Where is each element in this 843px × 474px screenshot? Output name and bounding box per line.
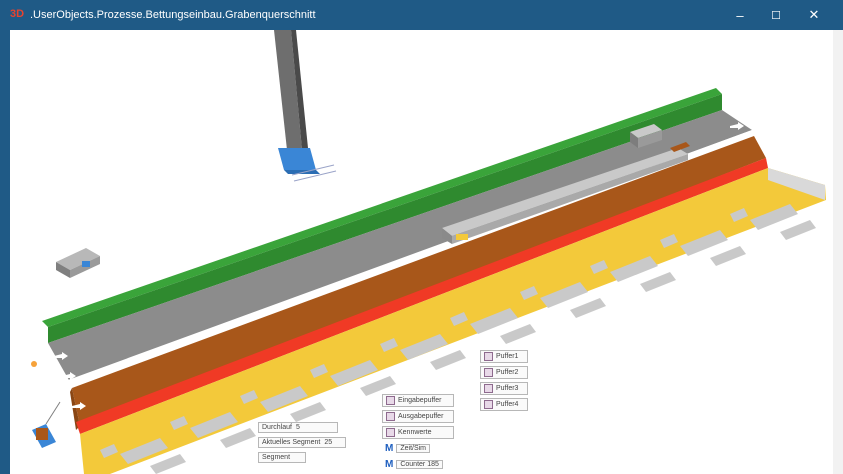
- buffer-label: Ausgabepuffer: [398, 413, 444, 420]
- method-item[interactable]: M Zeit/Sim: [382, 442, 454, 455]
- puffer-item[interactable]: Puffer3: [480, 382, 528, 395]
- puffer-icon: [484, 368, 493, 377]
- window-titlebar: 3D .UserObjects.Prozesse.Bettungseinbau.…: [0, 0, 843, 30]
- method-icon: M: [385, 459, 394, 470]
- puffer-icon: [484, 352, 493, 361]
- buffer-icon: [386, 396, 395, 405]
- info-label: Durchlauf: [262, 424, 292, 431]
- app-icon: 3D: [10, 8, 25, 20]
- method-label: Counter 185: [396, 460, 443, 469]
- puffer-label: Puffer2: [496, 369, 519, 376]
- puffer-label: Puffer4: [496, 401, 519, 408]
- info-panel-right: Puffer1 Puffer2 Puffer3 Puffer4: [480, 350, 528, 411]
- counter-value: 185: [427, 461, 439, 468]
- close-icon: ✕: [808, 7, 820, 22]
- vertical-scrollbar[interactable]: [833, 30, 843, 474]
- info-row: Aktuelles Segment 25: [258, 437, 346, 448]
- info-value: 5: [295, 424, 300, 431]
- buffer-item[interactable]: Ausgabepuffer: [382, 410, 454, 423]
- info-panel-center: Eingabepuffer Ausgabepuffer Kennwerte M …: [382, 394, 454, 471]
- info-label: Segment: [262, 454, 291, 461]
- method-label: Zeit/Sim: [396, 444, 431, 453]
- buffer-label: Eingabepuffer: [398, 397, 442, 404]
- counter-label: Counter: [400, 461, 426, 468]
- info-row: Durchlauf 5: [258, 422, 338, 433]
- maximize-icon: ☐: [771, 9, 781, 22]
- maximize-button[interactable]: ☐: [756, 0, 796, 30]
- puffer-item[interactable]: Puffer4: [480, 398, 528, 411]
- buffer-label: Kennwerte: [398, 429, 432, 436]
- puffer-item[interactable]: Puffer1: [480, 350, 528, 363]
- info-row: Segment: [258, 452, 306, 463]
- 3d-viewport[interactable]: Durchlauf 5 Aktuelles Segment 25 Segment…: [10, 30, 833, 474]
- buffer-icon: [386, 412, 395, 421]
- puffer-label: Puffer3: [496, 385, 519, 392]
- buffer-icon: [386, 428, 395, 437]
- minimize-button[interactable]: –: [720, 0, 760, 30]
- window-title: .UserObjects.Prozesse.Bettungseinbau.Gra…: [30, 9, 316, 21]
- roller-machine-left[interactable]: [56, 248, 100, 278]
- info-panel-left: Durchlauf 5 Aktuelles Segment 25 Segment: [258, 422, 346, 463]
- minimize-icon: –: [736, 7, 744, 23]
- puffer-item[interactable]: Puffer2: [480, 366, 528, 379]
- close-button[interactable]: ✕: [794, 0, 834, 30]
- puffer-icon: [484, 400, 493, 409]
- method-icon: M: [385, 443, 394, 454]
- buffer-item[interactable]: Kennwerte: [382, 426, 454, 439]
- marker-dot[interactable]: [31, 361, 37, 367]
- tower-base[interactable]: [278, 148, 316, 170]
- info-label: Aktuelles Segment: [262, 439, 321, 446]
- info-value: 25: [324, 439, 333, 446]
- buffer-item[interactable]: Eingabepuffer: [382, 394, 454, 407]
- puffer-label: Puffer1: [496, 353, 519, 360]
- tower-base-rim: [284, 170, 320, 174]
- method-item[interactable]: M Counter 185: [382, 458, 454, 471]
- source-machine[interactable]: [32, 401, 61, 448]
- puffer-icon: [484, 384, 493, 393]
